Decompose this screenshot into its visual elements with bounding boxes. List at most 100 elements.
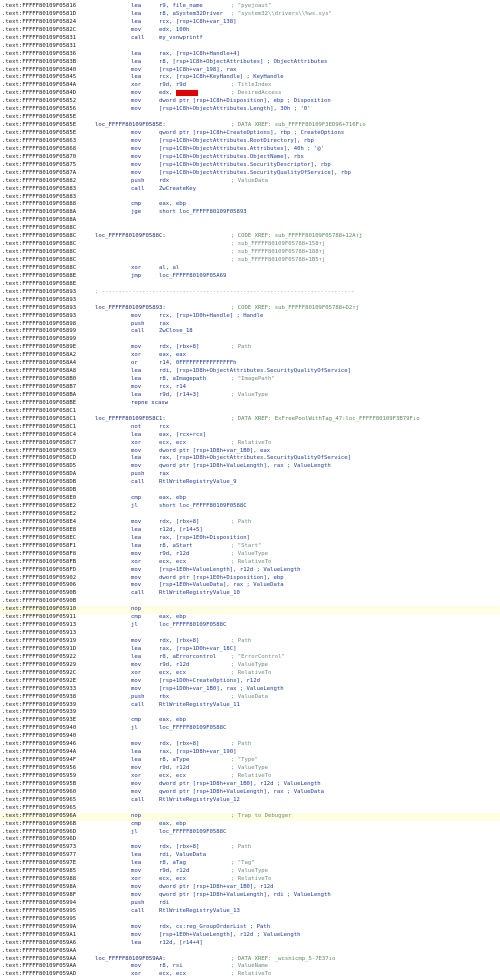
operand-text[interactable]: rbx [159, 694, 169, 700]
operands[interactable]: ecx, ecx [159, 670, 186, 678]
operands[interactable]: ZwClose_18 [159, 328, 193, 336]
address[interactable]: .text:FFFFF80109F05863 [2, 138, 76, 146]
operands[interactable]: rdi [159, 900, 169, 908]
mnemonic[interactable]: mov [131, 924, 141, 932]
address[interactable]: .text:FFFFF80109F05939 [2, 702, 76, 710]
operands[interactable]: r12d, [r14+4] [159, 940, 203, 948]
operand-text[interactable]: ecx, ecx [159, 670, 186, 676]
operands[interactable]: rdx, [rbx+8] [159, 844, 199, 852]
code-label-line[interactable]: .text:FFFFF80109F05893 loc_FFFFF80109F058… [0, 305, 500, 313]
operand-text[interactable]: [rsp+1E0h+ValueData], rax ; ValueData [159, 582, 284, 588]
operand-text[interactable]: rdx, [rbx+8] [159, 519, 199, 525]
operands[interactable]: dword ptr [rsp+1C8h+Disposition], ebp ; … [159, 98, 331, 106]
operands[interactable]: eax, ebp [159, 717, 186, 725]
mnemonic[interactable]: xor [131, 971, 141, 979]
address[interactable]: .text:FFFFF80109F05840 [2, 67, 76, 75]
address[interactable]: .text:FFFFF80109F058E4 [2, 519, 76, 527]
code-line[interactable]: .text:FFFFF80109F05868 mov [rsp+1C8h+Objec… [0, 146, 500, 154]
code-line[interactable]: .text:FFFFF80109F05840 mov [rsp+1C8h+var_1… [0, 67, 500, 75]
mnemonic[interactable]: push [131, 178, 144, 186]
address[interactable]: .text:FFFFF80109F0592C [2, 670, 76, 678]
address[interactable]: .text:FFFFF80109F0592E [2, 678, 76, 686]
operand-text[interactable]: r8, aImagepath [159, 376, 206, 382]
address[interactable]: .text:FFFFF80109F0588C [2, 233, 76, 241]
xref-comment[interactable]: ; DATA XREF: sub_FFFFF80109F3ED96+716F↓o [231, 122, 366, 130]
operands[interactable]: ecx, ecx [159, 876, 186, 884]
address[interactable]: .text:FFFFF80109F058A2 [2, 352, 76, 360]
mnemonic[interactable]: xor [131, 82, 141, 90]
operands[interactable]: ecx, ecx [159, 559, 186, 567]
address[interactable]: .text:FFFFF80109F058E0 [2, 495, 76, 503]
operand-text[interactable]: rcx, [rsp+1C8h+var_138] [159, 19, 236, 25]
address[interactable]: .text:FFFFF80109F058A4 [2, 360, 76, 368]
code-line[interactable]: .text:FFFFF80109F05899 call ZwClose_18 [0, 328, 500, 336]
address[interactable]: .text:FFFFF80109F05899 [2, 336, 76, 344]
address[interactable]: .text:FFFFF80109F0593E [2, 717, 76, 725]
code-line[interactable]: .text:FFFFF80109F05994 push rdi [0, 900, 500, 908]
code-line[interactable]: .text:FFFFF80109F058F8 mov r9d, r12d ; Valu… [0, 551, 500, 559]
code-line[interactable]: .text:FFFFF80109F058DB call RtlWriteRegist… [0, 479, 500, 487]
operand-text[interactable]: rdx, [rbx+8] [159, 344, 199, 350]
address[interactable]: .text:FFFFF80109F05893 [2, 305, 76, 313]
code-label[interactable]: loc_FFFFF80109F0585E: [95, 122, 166, 130]
operands[interactable]: r8, aSystem32Driver [159, 11, 223, 19]
operands[interactable]: dword ptr [rsp+1D8h+var_1B0], eax [159, 448, 270, 456]
code-line[interactable]: .text:FFFFF80109F05883 [0, 194, 500, 202]
address[interactable]: .text:FFFFF80109F0589E [2, 344, 76, 352]
address[interactable]: .text:FFFFF80109F0588C [2, 249, 76, 257]
code-line[interactable]: .text:FFFFF80109F0596D [0, 836, 500, 844]
operands[interactable]: loc_FFFFF80109F05A69 [159, 273, 226, 281]
operands[interactable]: [rsp+1C8h+ObjectAttributes.Length], 30h … [159, 106, 311, 114]
operands[interactable]: qword ptr [rsp+1C8h+CreateOptions], rbp … [159, 130, 344, 138]
code-line[interactable]: .text:FFFFF80109F05988 xor ecx, ecx ; Relat… [0, 876, 500, 884]
mnemonic[interactable]: mov [131, 963, 141, 971]
operands[interactable]: RtlWriteRegistryValue_9 [159, 479, 236, 487]
code-line[interactable]: .text:FFFFF80109F0592E mov [rsp+1D0h+Creat… [0, 678, 500, 686]
mnemonic[interactable]: xor [131, 876, 141, 884]
mnemonic[interactable]: lea [131, 74, 141, 82]
mnemonic[interactable]: cmp [131, 717, 141, 725]
operands[interactable]: RtlWriteRegistryValue_11 [159, 702, 240, 710]
operands[interactable]: rax [159, 321, 169, 329]
mnemonic[interactable]: xor [131, 773, 141, 781]
code-line[interactable]: .text:FFFFF80109F0593E cmp eax, ebp [0, 717, 500, 725]
address[interactable]: .text:FFFFF80109F058BE [2, 400, 76, 408]
operands[interactable]: dword ptr [rsp+1D8h+var_1B0], r12d ; Val… [159, 781, 321, 789]
mnemonic[interactable]: xor [131, 440, 141, 448]
code-line[interactable]: .text:FFFFF80109F058DB [0, 487, 500, 495]
address[interactable]: .text:FFFFF80109F05913 [2, 630, 76, 638]
code-line[interactable]: .text:FFFFF80109F05985 mov r9d, r12d ; Valu… [0, 868, 500, 876]
operands[interactable]: al, al [159, 265, 179, 273]
code-line[interactable]: .text:FFFFF80109F058FB xor ecx, ecx ; Relat… [0, 559, 500, 567]
code-line[interactable]: .text:FFFFF80109F05910 nop [0, 606, 500, 615]
code-line[interactable]: .text:FFFFF80109F05939 call RtlWriteRegist… [0, 702, 500, 710]
mnemonic[interactable]: call [131, 328, 144, 336]
address[interactable]: .text:FFFFF80109F05870 [2, 154, 76, 162]
code-line[interactable]: .text:FFFFF80109F0584A xor r9d, r9d ; Title… [0, 82, 500, 90]
operand-text[interactable]: [rsp+1C8h+ObjectAttributes.ObjectName], … [159, 154, 304, 160]
address[interactable]: .text:FFFFF80109F05816 [2, 3, 76, 11]
operands[interactable]: r8, rsi [159, 963, 183, 971]
operands[interactable]: rdi, ValueData [159, 852, 206, 860]
address[interactable]: .text:FFFFF80109F058E2 [2, 511, 76, 519]
code-line[interactable]: .text:FFFFF80109F05965 call RtlWriteRegist… [0, 797, 500, 805]
operands[interactable]: [rsp+1E0h+ValueData], rax ; ValueData [159, 582, 284, 590]
address[interactable]: .text:FFFFF80109F0594F [2, 757, 76, 765]
operands[interactable]: [rsp+1E0h+ValueLength], r12d ; ValueLeng… [159, 932, 300, 940]
code-label[interactable]: loc_FFFFF80109F0588C: [95, 233, 166, 241]
code-line[interactable]: .text:FFFFF80109F05870 mov [rsp+1C8h+Objec… [0, 154, 500, 162]
operand-text[interactable]: ecx, ecx [159, 773, 186, 779]
operand-text[interactable]: r9d, r12d [159, 868, 189, 874]
address[interactable]: .text:FFFFF80109F0596D [2, 836, 76, 844]
disassembly-listing[interactable]: .text:FFFFF80109F05816 lea r9, file_name ; … [0, 0, 500, 977]
operand-text[interactable]: loc_FFFFF80109F0588C [159, 829, 226, 835]
operand-text[interactable]: dword ptr [rsp+1D8h+var_1B0], r12d [159, 884, 274, 890]
operand-text[interactable]: rdx, [rbx+8] [159, 844, 199, 850]
operands[interactable]: eax, ebp [159, 201, 186, 209]
code-line[interactable]: .text:FFFFF80109F059A6 lea r12d, [r14+4] [0, 940, 500, 948]
code-line[interactable]: .text:FFFFF80109F0588C ; sub_FFFFF80109F0… [0, 249, 500, 257]
operands[interactable]: [rsp+1D0h+CreateOptions], r12d [159, 678, 260, 686]
mnemonic[interactable]: cmp [131, 614, 141, 622]
code-line[interactable]: .text:FFFFF80109F058B7 mov rcx, r14 [0, 384, 500, 392]
code-label-line[interactable]: .text:FFFFF80109F058C1 loc_FFFFF80109F058… [0, 416, 500, 424]
